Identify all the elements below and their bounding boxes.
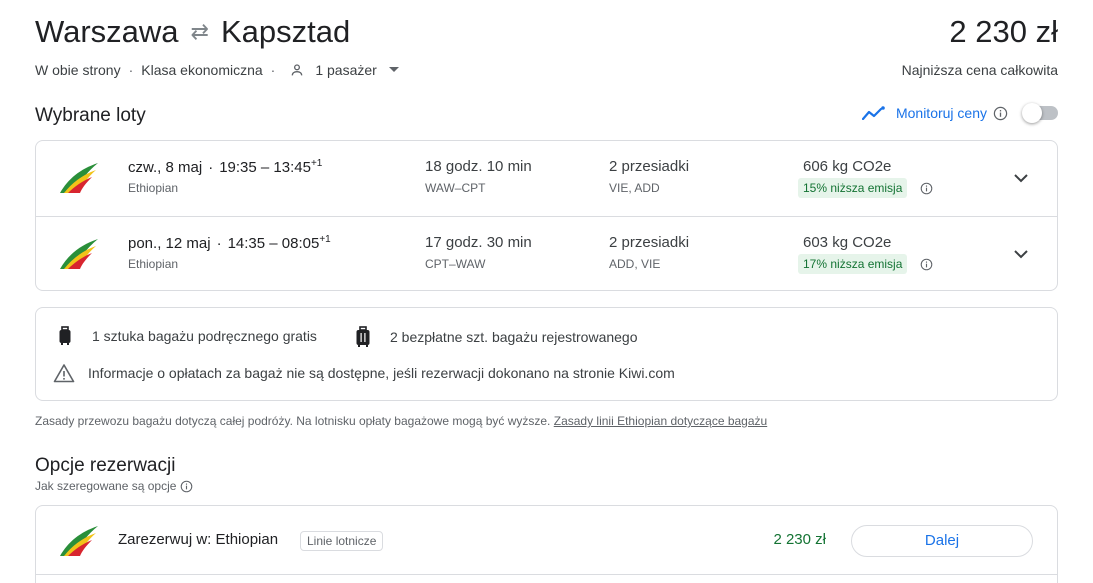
flight-co2: 606 kg CO2e xyxy=(803,158,892,175)
flight-co2: 603 kg CO2e xyxy=(803,234,892,251)
booking-options-title: Opcje rezerwacji xyxy=(35,455,176,476)
price-caption: Najniższa cena całkowita xyxy=(901,62,1058,78)
person-icon xyxy=(289,62,305,78)
flight-route: CPT–WAW xyxy=(425,257,486,271)
selected-flights-title: Wybrane loty xyxy=(35,105,146,126)
baggage-policy: Zasady przewozu bagażu dotyczą całej pod… xyxy=(35,414,767,428)
selected-flights-list: czw., 8 maj · 19:35 – 13:45+1 Ethiopian 18… xyxy=(35,140,1058,291)
provider-type-tag: Linie lotnicze xyxy=(300,531,384,551)
checked-bag-info: 2 bezpłatne szt. bagażu rejestrowanego xyxy=(352,326,638,348)
info-icon[interactable] xyxy=(993,106,1008,121)
flight-date-time: czw., 8 maj · 19:35 – 13:45+1 xyxy=(128,158,323,176)
ethiopian-logo-icon xyxy=(58,524,100,558)
header: Warszawa ⇄ Kapsztad 2 230 zł W obie stro… xyxy=(35,14,1058,84)
emission-badge: 17% niższa emisja xyxy=(798,254,908,274)
baggage-policy-text: Zasady przewozu bagażu dotyczą całej pod… xyxy=(35,414,551,428)
day-offset: +1 xyxy=(310,158,323,169)
trip-options: W obie strony · Klasa ekonomiczna · 1 pa… xyxy=(35,62,399,78)
total-price: 2 230 zł xyxy=(949,14,1058,49)
flight-stops: 2 przesiadki xyxy=(609,234,690,251)
flight-times: 14:35 – 08:05 xyxy=(227,235,320,252)
flight-route: WAW–CPT xyxy=(425,181,486,195)
info-icon[interactable] xyxy=(920,182,933,195)
booking-option: Zarezerwuj w: Ethiopian Linie lotnicze 2… xyxy=(36,506,1057,575)
flight-date-time: pon., 12 maj · 14:35 – 08:05+1 xyxy=(128,234,331,252)
warning-icon xyxy=(52,363,76,383)
origin-city: Warszawa xyxy=(35,14,179,49)
flight-date: pon., 12 maj xyxy=(128,235,211,252)
passenger-count[interactable]: 1 pasażer xyxy=(315,62,376,78)
trending-icon xyxy=(861,106,886,120)
flight-stop-codes: ADD, VIE xyxy=(609,257,661,271)
carry-on-bag-icon xyxy=(54,326,76,346)
caret-down-icon[interactable] xyxy=(388,67,399,73)
flight-times: 19:35 – 13:45 xyxy=(219,159,311,176)
ethiopian-logo-icon xyxy=(58,237,100,271)
booking-options-list: Zarezerwuj w: Ethiopian Linie lotnicze 2… xyxy=(35,505,1058,583)
flight-stop-codes: VIE, ADD xyxy=(609,181,660,195)
day-offset: +1 xyxy=(319,234,331,245)
trip-type: W obie strony xyxy=(35,62,121,78)
baggage-warning: Informacje o opłatach za bagaż nie są do… xyxy=(52,363,675,383)
emission-badge: 15% niższa emisja xyxy=(798,178,908,198)
monitor-prices[interactable]: Monitoruj ceny xyxy=(861,103,1058,123)
carry-on-info: 1 sztuka bagażu podręcznego gratis xyxy=(54,326,317,346)
destination-city: Kapsztad xyxy=(220,14,351,49)
flight-duration: 18 godz. 10 min xyxy=(425,158,532,175)
booking-ranking-info[interactable]: Jak szeregowane są opcje xyxy=(35,479,193,493)
baggage-info: 1 sztuka bagażu podręcznego gratis 2 bez… xyxy=(35,307,1058,401)
flight-date: czw., 8 maj xyxy=(128,159,203,176)
carry-on-text: 1 sztuka bagażu podręcznego gratis xyxy=(92,328,317,344)
airline-name: Ethiopian xyxy=(128,257,179,271)
cabin-class: Klasa ekonomiczna xyxy=(141,62,263,78)
booking-provider: Zarezerwuj w: Ethiopian xyxy=(118,531,279,548)
info-icon[interactable] xyxy=(920,258,933,271)
checked-bag-icon xyxy=(352,326,374,348)
monitor-prices-label[interactable]: Monitoruj ceny xyxy=(896,105,987,121)
info-icon[interactable] xyxy=(180,480,193,493)
airline-name: Ethiopian xyxy=(128,181,179,195)
checked-bag-text: 2 bezpłatne szt. bagażu rejestrowanego xyxy=(390,329,638,345)
flight-stops: 2 przesiadki xyxy=(609,158,690,175)
flight-row[interactable]: pon., 12 maj · 14:35 – 08:05+1 Ethiopian 1… xyxy=(36,216,1057,291)
chevron-down-icon[interactable] xyxy=(1011,168,1031,188)
baggage-policy-link[interactable]: Zasady linii Ethiopian dotyczące bagażu xyxy=(554,414,767,428)
continue-button[interactable]: Dalej xyxy=(851,525,1033,557)
monitor-prices-toggle[interactable] xyxy=(1022,103,1058,123)
ethiopian-logo-icon xyxy=(58,161,100,195)
swap-arrows-icon: ⇄ xyxy=(190,19,209,44)
flight-row[interactable]: czw., 8 maj · 19:35 – 13:45+1 Ethiopian 18… xyxy=(36,141,1057,216)
route-title: Warszawa ⇄ Kapsztad xyxy=(35,14,350,50)
booking-price: 2 230 zł xyxy=(773,531,826,548)
flight-duration: 17 godz. 30 min xyxy=(425,234,532,251)
booking-ranking-text[interactable]: Jak szeregowane są opcje xyxy=(35,479,176,493)
chevron-down-icon[interactable] xyxy=(1011,244,1031,264)
baggage-warning-text: Informacje o opłatach za bagaż nie są do… xyxy=(88,365,675,381)
